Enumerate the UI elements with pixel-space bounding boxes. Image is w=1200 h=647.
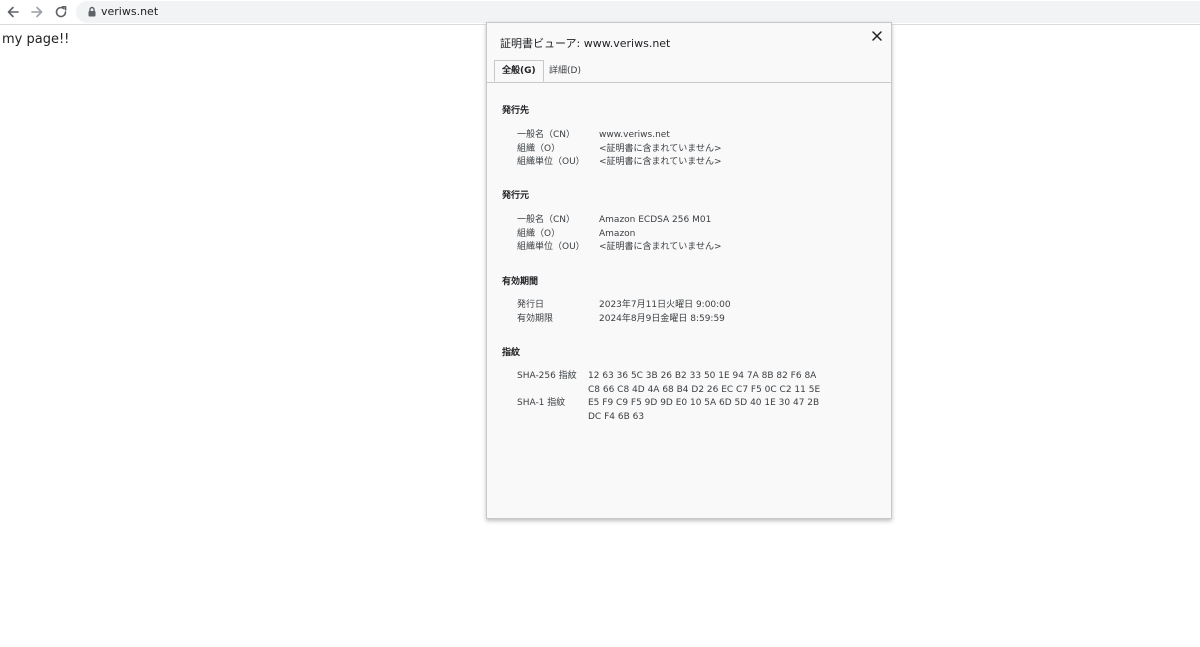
field-label: 組織（O） bbox=[517, 143, 561, 154]
field-label: 一般名（CN） bbox=[517, 130, 576, 140]
close-icon bbox=[872, 31, 882, 41]
url-text: veriws.net bbox=[101, 5, 159, 18]
field-value: 2024年8月9日金曜日 8:59:59 bbox=[599, 313, 725, 324]
lock-icon[interactable] bbox=[85, 5, 99, 19]
field-row: 有効期限 2024年8月9日金曜日 8:59:59 bbox=[502, 313, 882, 327]
field-label: SHA-1 指紋 bbox=[517, 398, 566, 408]
dialog-title: 証明書ビューア: www.veriws.net bbox=[500, 37, 671, 50]
field-value: Amazon ECDSA 256 M01 bbox=[599, 215, 712, 225]
reload-button[interactable] bbox=[51, 2, 71, 22]
field-row: 組織単位（OU） <証明書に含まれていません> bbox=[502, 241, 882, 255]
field-label: 組織単位（OU） bbox=[517, 242, 585, 252]
arrow-right-icon bbox=[31, 6, 43, 18]
certificate-viewer-dialog: 証明書ビューア: www.veriws.net 全般(G) 詳細(D) 発行先 … bbox=[486, 22, 892, 519]
field-label: 組織単位（OU） bbox=[517, 157, 585, 167]
section-header: 発行先 bbox=[502, 106, 530, 116]
section-fingerprints: 指紋 SHA-256 指紋 12 63 36 5C 3B 26 B2 33 50… bbox=[502, 347, 882, 424]
section-issued-to: 発行先 一般名（CN） www.veriws.net 組織（O） <証明書に含ま… bbox=[502, 105, 882, 170]
field-row: 組織（O） <証明書に含まれていません> bbox=[502, 143, 882, 157]
fingerprint-row: DC F4 6B 63 bbox=[502, 411, 882, 425]
field-value: <証明書に含まれていません> bbox=[599, 157, 722, 167]
forward-button[interactable] bbox=[27, 2, 47, 22]
section-validity: 有効期間 発行日 2023年7月11日火曜日 9:00:00 有効期限 2024… bbox=[502, 276, 882, 326]
field-row: 組織単位（OU） <証明書に含まれていません> bbox=[502, 156, 882, 170]
arrow-left-icon bbox=[7, 6, 19, 18]
fingerprint-row: SHA-256 指紋 12 63 36 5C 3B 26 B2 33 50 1E… bbox=[502, 370, 882, 384]
field-label: 発行日 bbox=[517, 300, 545, 310]
field-value: www.veriws.net bbox=[599, 130, 670, 140]
close-button[interactable] bbox=[869, 28, 885, 44]
field-value: 2023年7月11日火曜日 9:00:00 bbox=[599, 300, 731, 310]
tab-general[interactable]: 全般(G) bbox=[494, 60, 544, 82]
field-label: 一般名（CN） bbox=[517, 215, 576, 225]
section-header: 指紋 bbox=[502, 348, 521, 358]
field-value: E5 F9 C9 F5 9D 9D E0 10 5A 6D 5D 40 1E 3… bbox=[588, 398, 820, 408]
section-issued-by: 発行元 一般名（CN） Amazon ECDSA 256 M01 組織（O） A… bbox=[502, 190, 882, 255]
section-header: 有効期間 bbox=[502, 277, 539, 287]
field-row: 一般名（CN） www.veriws.net bbox=[502, 129, 882, 143]
field-value: <証明書に含まれていません> bbox=[599, 143, 722, 154]
reload-icon bbox=[55, 6, 67, 18]
section-header: 発行元 bbox=[502, 191, 530, 201]
tab-details[interactable]: 詳細(D) bbox=[542, 61, 588, 81]
field-value: Amazon bbox=[599, 228, 636, 239]
back-button[interactable] bbox=[3, 2, 23, 22]
field-value: <証明書に含まれていません> bbox=[599, 242, 722, 252]
field-value: C8 66 C8 4D 4A 68 B4 D2 26 EC C7 F5 0C C… bbox=[588, 384, 821, 395]
field-row: 発行日 2023年7月11日火曜日 9:00:00 bbox=[502, 299, 882, 313]
field-value: DC F4 6B 63 bbox=[588, 411, 645, 422]
field-row: 一般名（CN） Amazon ECDSA 256 M01 bbox=[502, 214, 882, 228]
field-label: 有効期限 bbox=[517, 313, 554, 324]
fingerprint-row: SHA-1 指紋 E5 F9 C9 F5 9D 9D E0 10 5A 6D 5… bbox=[502, 397, 882, 411]
address-bar[interactable]: veriws.net bbox=[76, 1, 1200, 23]
tab-bar: 全般(G) 詳細(D) bbox=[487, 60, 891, 83]
field-label: 組織（O） bbox=[517, 228, 561, 239]
page-content-text: my page!! bbox=[2, 32, 70, 47]
field-row: 組織（O） Amazon bbox=[502, 228, 882, 242]
field-label: SHA-256 指紋 bbox=[517, 371, 577, 381]
field-value: 12 63 36 5C 3B 26 B2 33 50 1E 94 7A 8B 8… bbox=[588, 371, 817, 381]
fingerprint-row: C8 66 C8 4D 4A 68 B4 D2 26 EC C7 F5 0C C… bbox=[502, 384, 882, 398]
